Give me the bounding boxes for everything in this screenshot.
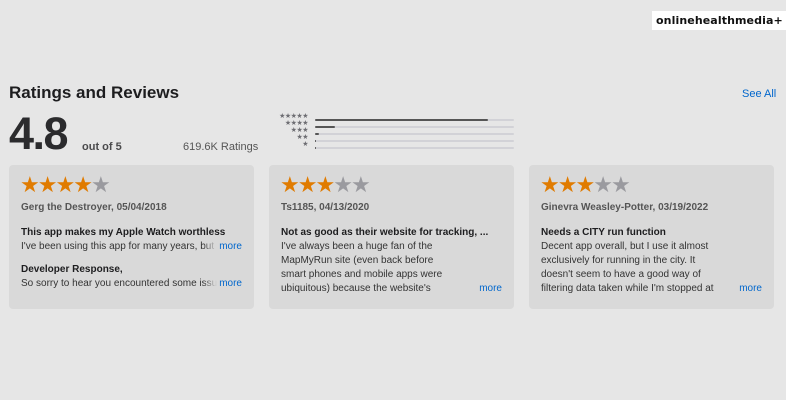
section-title: Ratings and Reviews [9, 83, 180, 102]
more-link[interactable]: more [723, 282, 762, 296]
review-author-date: Gerg the Destroyer, 05/04/2018 [21, 202, 167, 213]
star-empty-icon: ★ [333, 172, 353, 197]
rating-out-of: out of 5 [82, 141, 122, 153]
star-filled-icon: ★ [55, 172, 75, 197]
review-title: This app makes my Apple Watch worthless [21, 227, 226, 238]
histogram-track [315, 147, 514, 149]
star-empty-icon: ★ [593, 172, 613, 197]
review-title: Needs a CITY run function [541, 227, 666, 238]
star-empty-icon: ★ [90, 172, 111, 197]
star-filled-icon: ★ [280, 172, 300, 197]
star-rating: ★★★★★ [280, 174, 502, 196]
star-filled-icon: ★ [575, 172, 595, 197]
histogram-bar [315, 147, 316, 149]
more-link[interactable]: more [203, 277, 242, 291]
review-body-wrap: Decent app overall, but I use it almost … [541, 240, 762, 296]
review-card[interactable]: ★★★★★ Ginevra Weasley-Potter, 03/19/2022… [529, 165, 774, 309]
star-filled-icon: ★ [20, 172, 40, 197]
developer-response-title: Developer Response, [21, 264, 123, 275]
star-filled-icon: ★ [557, 172, 578, 197]
rating-histogram: ★★★★★ ★★★★ ★★★ ★★ ★ [268, 113, 516, 154]
ratings-count: 619.6K Ratings [183, 141, 259, 153]
star-empty-icon: ★ [610, 172, 631, 197]
histogram-row-1: ★ [268, 141, 516, 149]
star-filled-icon: ★ [37, 172, 58, 197]
star-empty-icon: ★ [350, 172, 371, 197]
star-filled-icon: ★ [297, 172, 318, 197]
review-body-wrap: I've always been a huge fan of the MapMy… [281, 240, 502, 296]
review-title: Not as good as their website for trackin… [281, 227, 489, 238]
review-card[interactable]: ★★★★★ Gerg the Destroyer, 05/04/2018 Thi… [9, 165, 254, 309]
star-filled-icon: ★ [315, 172, 335, 197]
star-rating: ★★★★★ [20, 174, 242, 196]
see-all-link[interactable]: See All [742, 88, 776, 100]
star-rating: ★★★★★ [540, 174, 762, 196]
star-filled-icon: ★ [73, 172, 93, 197]
histogram-stars-1: ★ [302, 141, 308, 148]
review-card[interactable]: ★★★★★ Ts1185, 04/13/2020 Not as good as … [269, 165, 514, 309]
review-author-date: Ts1185, 04/13/2020 [281, 202, 370, 213]
more-link[interactable]: more [203, 240, 242, 254]
developer-response-wrap: So sorry to hear you encountered some is… [21, 277, 242, 291]
star-filled-icon: ★ [540, 172, 560, 197]
watermark-logo: onlinehealthmedia+ [652, 11, 786, 30]
more-link[interactable]: more [463, 282, 502, 296]
review-body-wrap: I've been using this app for many years,… [21, 240, 242, 254]
review-author-date: Ginevra Weasley-Potter, 03/19/2022 [541, 202, 709, 213]
average-rating: 4.8 [9, 108, 69, 159]
